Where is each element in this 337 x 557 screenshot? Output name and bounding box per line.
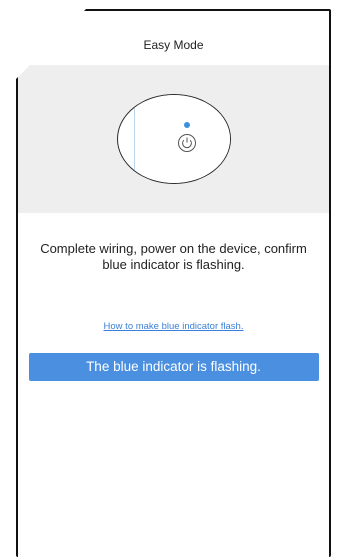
indicator-flashing-button[interactable]: The blue indicator is flashing. xyxy=(28,353,319,381)
power-icon xyxy=(177,133,197,153)
blue-indicator-light xyxy=(183,122,190,128)
corner-mask xyxy=(0,0,95,95)
device-zoom-circle xyxy=(116,94,231,184)
instruction-text: Complete wiring, power on the device, co… xyxy=(40,241,307,272)
help-link[interactable]: How to make blue indicator flash. xyxy=(18,321,329,332)
page-title: Easy Mode xyxy=(143,38,204,52)
